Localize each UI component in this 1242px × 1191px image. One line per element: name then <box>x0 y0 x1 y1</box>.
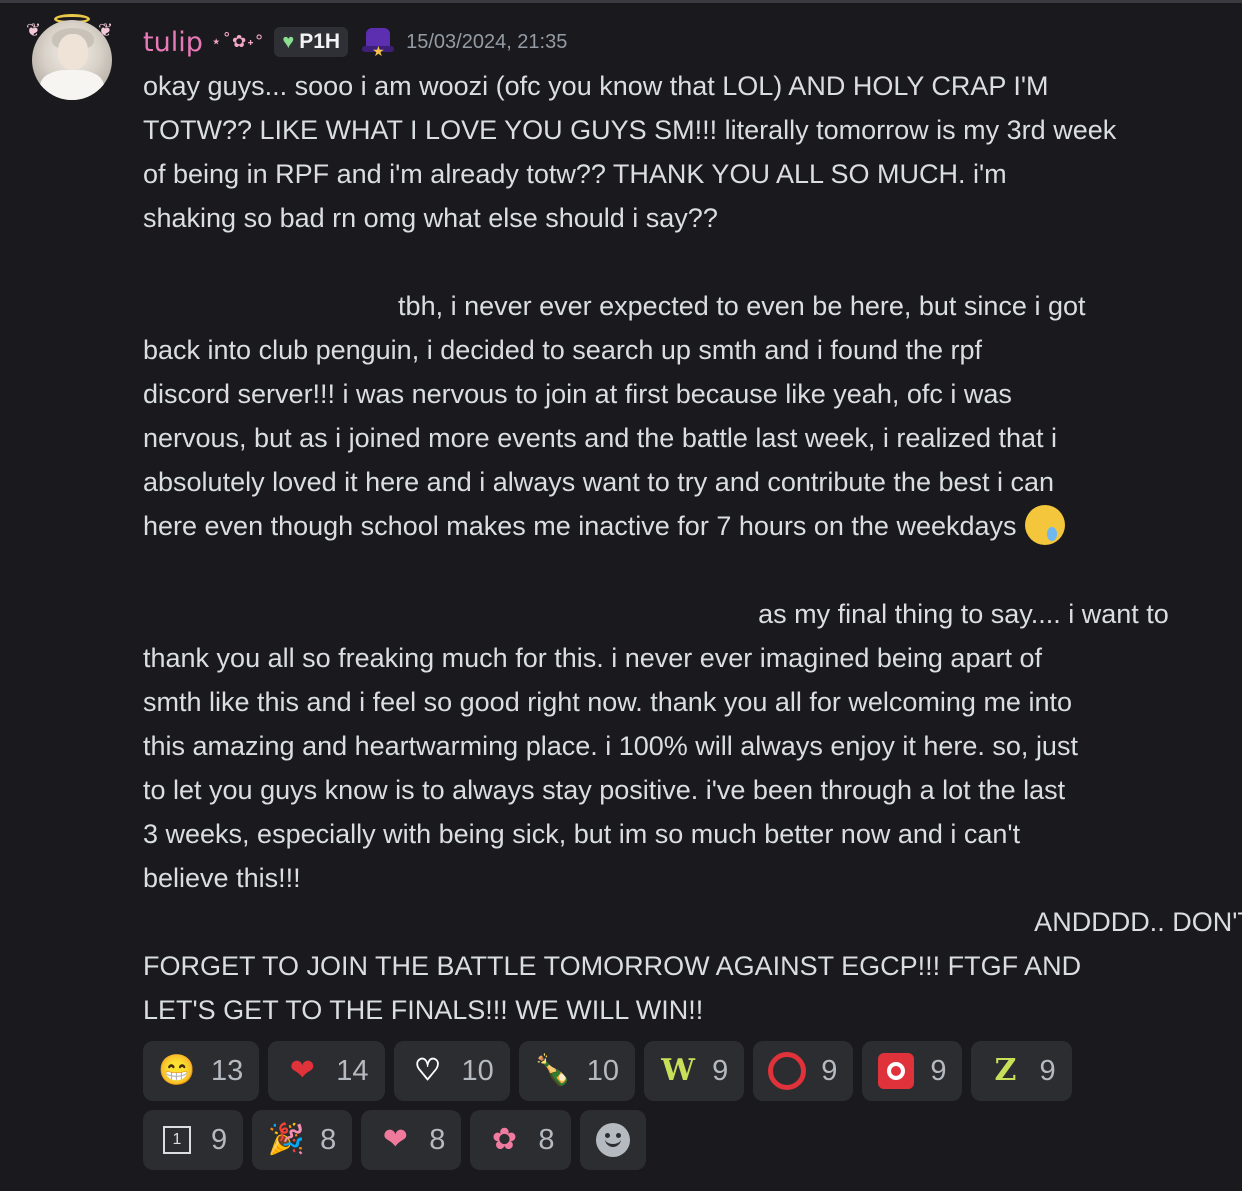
name-decoration: ⋆˚✿˖° <box>210 32 265 52</box>
message-line: as my final thing to say.... i want to <box>143 599 1169 629</box>
reaction-button[interactable]: 🎉 8 <box>252 1110 353 1170</box>
reaction-button[interactable]: ❤ 14 <box>268 1041 385 1101</box>
reaction-count: 9 <box>821 1054 838 1087</box>
reaction-count: 13 <box>211 1054 244 1087</box>
reaction-button[interactable]: Z9 <box>971 1041 1072 1101</box>
avatar-image <box>32 20 112 100</box>
reaction-count: 14 <box>336 1054 369 1087</box>
message-line: to let you guys know is to always stay p… <box>143 775 1066 805</box>
message-timestamp: 15/03/2024, 21:35 <box>406 30 568 53</box>
red-heart-icon: ❤ <box>289 1054 315 1087</box>
message-header: tulip ⋆˚✿˖° ♥ P1H ★ 15/03/2024, 21:35 <box>143 22 567 62</box>
reaction-button[interactable]: 19 <box>143 1110 244 1170</box>
message-line: tbh, i never ever expected to even be he… <box>143 291 1086 321</box>
message-line: shaking so bad rn omg what else should i… <box>143 203 718 233</box>
server-tag[interactable]: ♥ P1H <box>274 27 349 57</box>
message-line: okay guys... sooo i am woozi (ofc you kn… <box>143 71 1049 101</box>
reaction-button[interactable]: ❤ 8 <box>361 1110 462 1170</box>
reaction-bar: 😁 13 ❤ 14 ♡ 10 🍾 10 W 9 9 9 Z 9 1 9 🎉 8 ❤ 8 ✿ 8 <box>143 1041 1143 1179</box>
message-line: back into club penguin, i decided to sea… <box>143 335 983 365</box>
message-content: okay guys... sooo i am woozi (ofc you kn… <box>143 64 1242 1032</box>
reaction-count: 9 <box>712 1054 729 1087</box>
message-line: this amazing and heartwarming place. i 1… <box>143 731 1078 761</box>
reaction-button[interactable]: 🍾 10 <box>518 1041 636 1101</box>
lotus-icon: ✿ <box>491 1123 517 1156</box>
red-circle-icon <box>767 1051 807 1091</box>
message-line: here even though school makes me inactiv… <box>143 504 1203 548</box>
message-line: nervous, but as i joined more events and… <box>143 423 1058 453</box>
message-line: LET'S GET TO THE FINALS!!! WE WILL WIN!! <box>143 995 704 1025</box>
reaction-count: 10 <box>586 1054 620 1087</box>
reaction-button[interactable]: ♡ 10 <box>393 1041 510 1101</box>
reaction-row: 😁 13 ❤ 14 ♡ 10 🍾 10 W 9 9 9 Z 9 <box>143 1041 1143 1101</box>
message-line: FORGET TO JOIN THE BATTLE TOMORROW AGAIN… <box>143 951 1082 981</box>
reaction-count: 8 <box>429 1123 446 1156</box>
reaction-count: 9 <box>1039 1054 1056 1087</box>
reaction-count: 8 <box>320 1123 337 1156</box>
bottle-icon: 🍾 <box>534 1054 572 1087</box>
role-hat-icon[interactable]: ★ <box>360 24 396 60</box>
message-line: of being in RPF and i'm already totw?? T… <box>143 159 1007 189</box>
white-heart-icon: ♡ <box>414 1054 441 1087</box>
message-line: smth like this and i feel so good right … <box>143 687 1072 717</box>
party-popper-icon: 🎉 <box>267 1123 305 1156</box>
reaction-button[interactable]: W9 <box>644 1041 745 1101</box>
message-line: ANDDDD.. DON'T <box>143 907 1242 937</box>
add-reaction-button[interactable] <box>579 1110 646 1170</box>
one-box-icon: 1 <box>157 1120 197 1160</box>
reaction-count: 10 <box>461 1054 494 1087</box>
message-line: absolutely loved it here and i always wa… <box>143 467 1055 497</box>
server-tag-label: P1H <box>299 30 341 53</box>
message-line: thank you all so freaking much for this.… <box>143 643 1042 673</box>
pink-heart-icon: ❤ <box>382 1123 408 1156</box>
top-divider <box>0 0 1242 3</box>
reaction-button[interactable]: 9 <box>862 1041 963 1101</box>
smiling-face-with-tear-icon <box>1024 505 1065 545</box>
reaction-button[interactable]: 😁 13 <box>143 1041 260 1101</box>
avatar[interactable]: ❦ ❦ <box>26 14 118 106</box>
reaction-count: 9 <box>211 1123 228 1156</box>
add-emoji-icon <box>595 1123 630 1157</box>
reaction-button[interactable]: ✿ 8 <box>470 1110 571 1170</box>
message-line: 3 weeks, especially with being sick, but… <box>143 819 1021 849</box>
username[interactable]: tulip <box>143 27 203 58</box>
o-button-icon <box>876 1051 916 1091</box>
message-line: discord server!!! i was nervous to join … <box>143 379 1012 409</box>
message-line: believe this!!! <box>143 863 301 893</box>
z-letter-icon: Z <box>994 1053 1017 1088</box>
message-line: TOTW?? LIKE WHAT I LOVE YOU GUYS SM!!! l… <box>143 115 1117 145</box>
reaction-button[interactable]: 9 <box>753 1041 854 1101</box>
reaction-count: 9 <box>930 1054 947 1087</box>
w-letter-icon: W <box>661 1053 695 1088</box>
grinning-face-icon: 😁 <box>158 1054 196 1087</box>
heart-icon: ♥ <box>282 30 295 53</box>
reaction-count: 8 <box>538 1123 555 1156</box>
reaction-row: 1 9 🎉 8 ❤ 8 ✿ 8 <box>143 1110 1143 1170</box>
